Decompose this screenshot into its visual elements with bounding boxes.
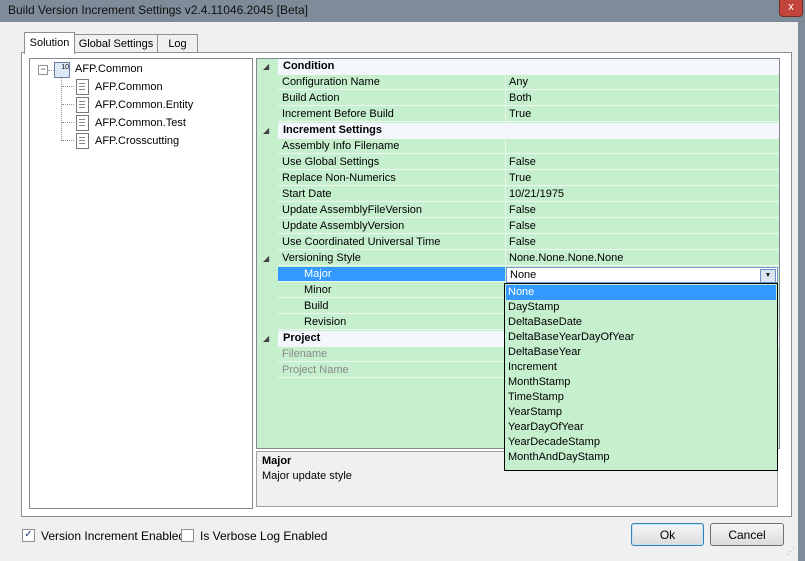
dropdown-arrow-icon[interactable]: ▼ xyxy=(760,269,776,283)
property-name: Versioning Style xyxy=(278,251,505,266)
dropdown-option-monthanddaystamp[interactable]: MonthAndDayStamp xyxy=(506,450,776,465)
version-increment-checkbox[interactable]: ✓ xyxy=(22,529,35,542)
collapse-triangle-icon[interactable]: ◢ xyxy=(263,126,269,135)
tree-item-afp-common[interactable]: AFP.Common xyxy=(95,81,163,93)
property-name: Build xyxy=(278,299,505,314)
property-name: Use Global Settings xyxy=(278,155,505,170)
collapse-triangle-icon[interactable]: ◢ xyxy=(263,254,269,263)
cancel-button[interactable]: Cancel xyxy=(710,523,784,546)
property-name: Minor xyxy=(278,283,505,298)
tree-connector xyxy=(61,78,62,141)
help-description: Major update style xyxy=(262,470,352,482)
property-name: Configuration Name xyxy=(278,75,505,90)
collapse-triangle-icon[interactable]: ◢ xyxy=(263,334,269,343)
tree-connector xyxy=(62,122,74,123)
tree-connector xyxy=(62,86,74,87)
property-value[interactable]: True xyxy=(506,171,779,186)
major-dropdown-list[interactable]: None DayStamp DeltaBaseDate DeltaBaseYea… xyxy=(504,283,778,471)
file-icon xyxy=(76,79,89,95)
property-value[interactable]: False xyxy=(506,155,779,170)
property-name: Build Action xyxy=(278,91,505,106)
property-name: Use Coordinated Universal Time xyxy=(278,235,505,250)
property-name: Project Name xyxy=(278,363,505,378)
property-row-assembly-info-filename[interactable]: Assembly Info Filename xyxy=(257,139,779,155)
property-name: Update AssemblyVersion xyxy=(278,219,505,234)
verbose-log-label[interactable]: Is Verbose Log Enabled xyxy=(200,529,327,543)
file-icon xyxy=(76,115,89,131)
property-row-use-global-settings[interactable]: Use Global Settings False xyxy=(257,155,779,171)
dropdown-option-yeardecadestamp[interactable]: YearDecadeStamp xyxy=(506,435,776,450)
ok-button[interactable]: Ok xyxy=(631,523,704,546)
tree-item-afp-common-test[interactable]: AFP.Common.Test xyxy=(95,117,186,129)
property-name: Replace Non-Numerics xyxy=(278,171,505,186)
property-value[interactable]: False xyxy=(506,219,779,234)
property-name: Revision xyxy=(278,315,505,330)
property-value[interactable]: Any xyxy=(506,75,779,90)
tree-connector xyxy=(62,140,74,141)
property-row-use-utc[interactable]: Use Coordinated Universal Time False xyxy=(257,235,779,251)
tree-root-label[interactable]: AFP.Common xyxy=(75,63,143,75)
collapse-triangle-icon[interactable]: ◢ xyxy=(263,62,269,71)
property-name: Assembly Info Filename xyxy=(278,139,505,154)
dropdown-option-monthstamp[interactable]: MonthStamp xyxy=(506,375,776,390)
tab-global-settings[interactable]: Global Settings xyxy=(74,34,158,53)
property-row-update-assembly-file-version[interactable]: Update AssemblyFileVersion False xyxy=(257,203,779,219)
category-condition[interactable]: ◢ Condition xyxy=(257,59,779,75)
property-name: Filename xyxy=(278,347,505,362)
solution-tree[interactable]: − 10 AFP.Common AFP.Common AFP.Common.En… xyxy=(29,58,253,509)
dropdown-option-daystamp[interactable]: DayStamp xyxy=(506,300,776,315)
tree-connector xyxy=(62,104,74,105)
window-frame-right xyxy=(798,22,805,561)
combobox-value: None xyxy=(510,269,537,281)
property-row-start-date[interactable]: Start Date 10/21/1975 xyxy=(257,187,779,203)
property-value[interactable]: True xyxy=(506,107,779,122)
property-row-update-assembly-version[interactable]: Update AssemblyVersion False xyxy=(257,219,779,235)
property-row-configuration-name[interactable]: Configuration Name Any xyxy=(257,75,779,91)
dropdown-option-deltabasedate[interactable]: DeltaBaseDate xyxy=(506,315,776,330)
property-name: Update AssemblyFileVersion xyxy=(278,203,505,218)
major-combobox[interactable]: None ▼ xyxy=(506,267,778,283)
property-row-build-action[interactable]: Build Action Both xyxy=(257,91,779,107)
resize-grip-icon[interactable]: ⋰ xyxy=(786,546,797,557)
dropdown-option-yeardayofyear[interactable]: YearDayOfYear xyxy=(506,420,776,435)
version-increment-label[interactable]: Version Increment Enabled xyxy=(41,529,185,543)
property-value[interactable]: None.None.None.None xyxy=(506,251,779,266)
property-name: Start Date xyxy=(278,187,505,202)
solution-icon: 10 xyxy=(54,62,70,78)
dropdown-option-none[interactable]: None xyxy=(506,285,776,300)
property-row-replace-non-numerics[interactable]: Replace Non-Numerics True xyxy=(257,171,779,187)
title-bar: Build Version Increment Settings v2.4.11… xyxy=(0,0,805,22)
property-name: Major xyxy=(278,267,505,282)
property-row-major[interactable]: Major None ▼ xyxy=(257,267,779,283)
dropdown-option-timestamp[interactable]: TimeStamp xyxy=(506,390,776,405)
dropdown-option-yearstamp[interactable]: YearStamp xyxy=(506,405,776,420)
property-row-increment-before-build[interactable]: Increment Before Build True xyxy=(257,107,779,123)
category-label: Project xyxy=(283,332,321,344)
property-name: Increment Before Build xyxy=(278,107,505,122)
tree-item-afp-common-entity[interactable]: AFP.Common.Entity xyxy=(95,99,193,111)
file-icon xyxy=(76,97,89,113)
collapse-icon[interactable]: − xyxy=(38,65,48,75)
property-row-versioning-style[interactable]: ◢ Versioning Style None.None.None.None xyxy=(257,251,779,267)
verbose-log-checkbox[interactable] xyxy=(181,529,194,542)
tab-log[interactable]: Log xyxy=(157,34,198,53)
help-title: Major xyxy=(262,455,292,467)
category-label: Increment Settings xyxy=(283,124,383,136)
dropdown-option-increment[interactable]: Increment xyxy=(506,360,776,375)
window-title: Build Version Increment Settings v2.4.11… xyxy=(8,3,308,17)
property-value[interactable]: Both xyxy=(506,91,779,106)
close-button[interactable]: x xyxy=(779,0,803,17)
dropdown-option-deltabaseyeardayofyear[interactable]: DeltaBaseYearDayOfYear xyxy=(506,330,776,345)
property-value[interactable]: False xyxy=(506,235,779,250)
property-value[interactable]: 10/21/1975 xyxy=(506,187,779,202)
file-icon xyxy=(76,133,89,149)
category-increment-settings[interactable]: ◢ Increment Settings xyxy=(257,123,779,139)
tree-item-afp-crosscutting[interactable]: AFP.Crosscutting xyxy=(95,135,179,147)
property-value[interactable]: False xyxy=(506,203,779,218)
dropdown-option-deltabaseyear[interactable]: DeltaBaseYear xyxy=(506,345,776,360)
property-value[interactable] xyxy=(506,139,779,154)
category-label: Condition xyxy=(283,60,335,72)
tab-solution[interactable]: Solution xyxy=(24,32,75,54)
